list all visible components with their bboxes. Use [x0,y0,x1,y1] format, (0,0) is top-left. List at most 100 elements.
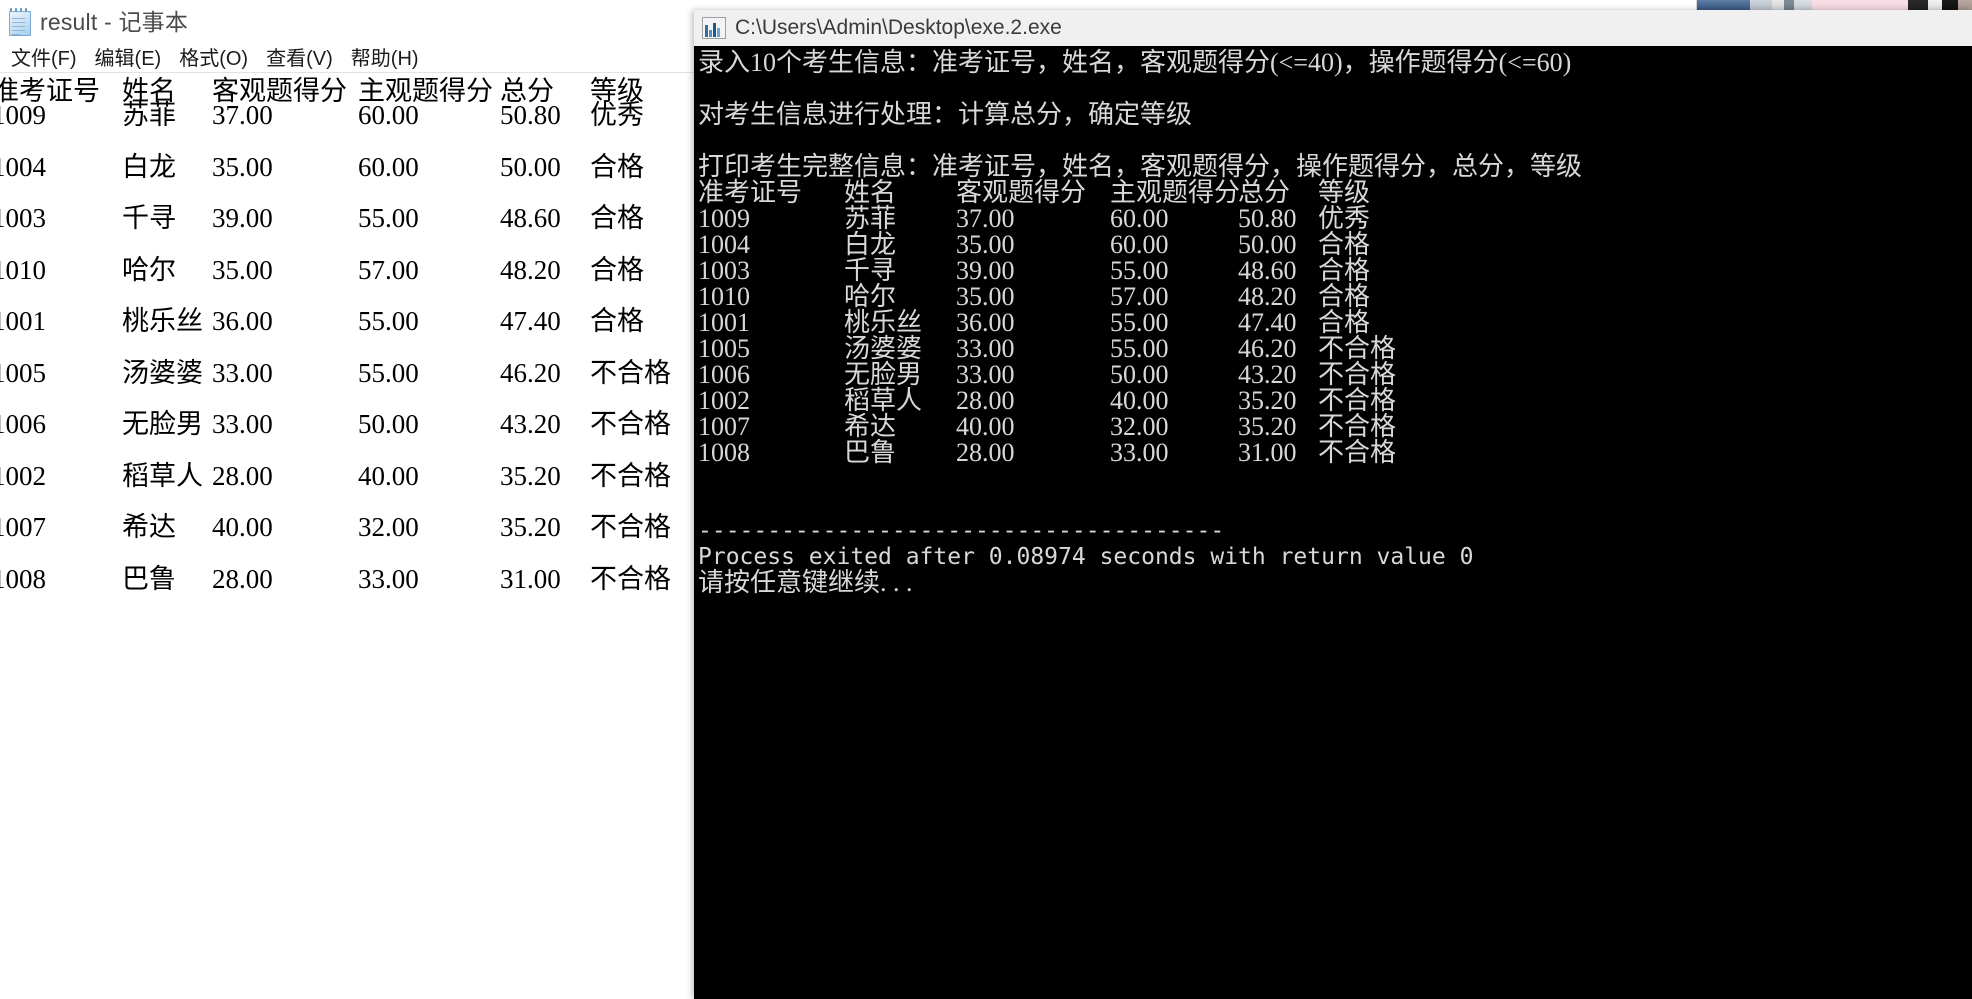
console-cell: 稻草人 [844,386,923,415]
notepad-cell: 希达 [122,512,176,542]
console-cell: 36.00 [956,308,1015,337]
console-cell: 哈尔 [844,282,897,311]
console-cell: 33.00 [956,334,1015,363]
console-cell: 1002 [698,386,750,415]
console-cell: 汤婆婆 [844,334,923,363]
menu-view[interactable]: 查看(V) [257,40,342,73]
console-table: 准考证号 姓名 客观题得分 主观题得分 总分 等级 1009 苏菲 37.00 60.00 50.8… [698,180,1972,466]
console-cell: 46.20 [1238,334,1297,363]
console-cell: 1005 [698,334,750,363]
notepad-cell: 1010 [0,254,46,285]
notepad-cell: 35.20 [500,460,561,491]
notepad-cell: 35.20 [500,512,561,542]
console-cell: 55.00 [1110,334,1169,363]
console-cell: 48.20 [1238,282,1297,311]
console-cell: 50.00 [1110,360,1169,389]
console-line-prompt-input: 录入10个考生信息：准考证号，姓名，客观题得分(<=40)，操作题得分(<=60… [698,48,1572,77]
console-header-cell: 主观题得分 [1110,178,1241,207]
console-cell: 48.60 [1238,256,1297,285]
notepad-cell: 无脸男 [122,409,203,439]
console-cell: 32.00 [1110,412,1169,441]
console-line-prompt-process: 对考生信息进行处理：计算总分，确定等级 [698,100,1193,129]
console-cell: 1006 [698,360,750,389]
console-cell: 1007 [698,412,750,441]
console-cell: 57.00 [1110,282,1169,311]
notepad-cell: 1007 [0,512,46,542]
console-cell: 合格 [1318,308,1371,337]
notepad-cell: 55.00 [358,203,419,233]
console-cell: 不合格 [1318,386,1397,415]
console-cell: 28.00 [956,438,1015,467]
notepad-cell: 40.00 [212,512,273,542]
console-cell: 无脸男 [844,360,923,389]
console-app-icon [702,17,726,39]
notepad-cell: 28.00 [212,563,273,594]
notepad-cell: 48.60 [500,203,561,233]
notepad-cell: 47.40 [500,306,561,336]
console-cell: 1008 [698,438,750,467]
console-cell: 1010 [698,282,750,311]
notepad-cell: 桃乐丝 [122,306,203,336]
notepad-cell: 合格 [590,306,644,336]
console-cell: 47.40 [1238,308,1297,337]
notepad-cell: 33.00 [358,563,419,594]
console-cell: 希达 [844,412,897,441]
console-cell: 不合格 [1318,412,1397,441]
console-cell: 60.00 [1110,230,1169,259]
console-cell: 43.20 [1238,360,1297,389]
notepad-cell: 不合格 [590,409,671,439]
notepad-cell: 39.00 [212,203,273,233]
console-cell: 不合格 [1318,438,1397,467]
console-press-any-key: 请按任意键继续. . . [698,568,913,597]
console-cell: 合格 [1318,282,1371,311]
console-cell: 合格 [1318,256,1371,285]
console-window: C:\Users\Admin\Desktop\exe.2.exe 录入10个考生… [694,10,1972,999]
console-cell: 优秀 [1318,204,1371,233]
notepad-cell: 57.00 [358,254,419,285]
notepad-cell: 31.00 [500,563,561,594]
notepad-cell: 43.20 [500,409,561,439]
notepad-cell: 不合格 [590,563,671,594]
notepad-cell: 千寻 [122,203,176,233]
console-line-prompt-print: 打印考生完整信息：准考证号，姓名，客观题得分，操作题得分，总分，等级 [698,152,1583,181]
console-cell: 55.00 [1110,308,1169,337]
notepad-cell: 合格 [590,254,644,285]
notepad-cell: 哈尔 [122,254,176,285]
console-cell: 33.00 [1110,438,1169,467]
console-cell: 1003 [698,256,750,285]
console-titlebar[interactable]: C:\Users\Admin\Desktop\exe.2.exe [694,10,1972,47]
notepad-cell: 1009 [0,100,46,130]
notepad-cell: 汤婆婆 [122,357,203,388]
console-cell: 1009 [698,204,750,233]
menu-help[interactable]: 帮助(H) [342,40,428,73]
notepad-cell: 50.00 [500,151,561,182]
menu-edit[interactable]: 编辑(E) [86,40,171,73]
notepad-cell: 苏菲 [122,100,176,130]
notepad-cell: 33.00 [212,357,273,388]
notepad-cell: 不合格 [590,512,671,542]
notepad-cell: 50.80 [500,100,561,130]
notepad-icon [6,7,32,36]
console-cell: 桃乐丝 [844,308,923,337]
menu-format[interactable]: 格式(O) [170,40,257,73]
console-cell: 40.00 [1110,386,1169,415]
console-cell: 白龙 [844,230,897,259]
console-cell: 1001 [698,308,750,337]
console-cell: 1004 [698,230,750,259]
notepad-cell: 55.00 [358,306,419,336]
console-cell: 千寻 [844,256,897,285]
notepad-cell: 不合格 [590,357,671,388]
console-cell: 35.20 [1238,386,1297,415]
console-cell: 不合格 [1318,360,1397,389]
notepad-cell: 46.20 [500,357,561,388]
notepad-cell: 1006 [0,409,46,439]
console-cell: 苏菲 [844,204,897,233]
console-output-area[interactable]: 录入10个考生信息：准考证号，姓名，客观题得分(<=40)，操作题得分(<=60… [694,46,1972,999]
notepad-cell: 48.20 [500,254,561,285]
notepad-cell: 55.00 [358,357,419,388]
menu-file[interactable]: 文件(F) [2,40,86,73]
console-title: C:\Users\Admin\Desktop\exe.2.exe [735,16,1062,39]
